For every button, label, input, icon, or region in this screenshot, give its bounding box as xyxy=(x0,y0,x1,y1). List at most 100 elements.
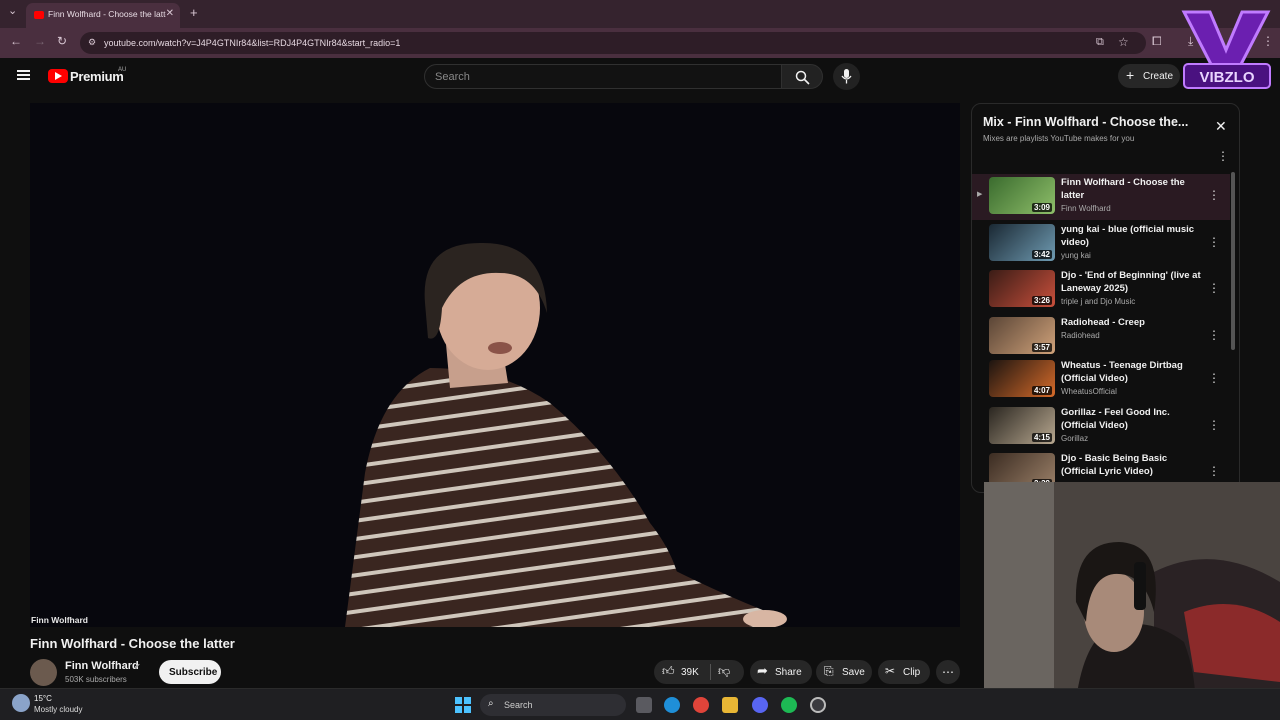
taskbar-search-icon: ⌕ xyxy=(488,698,494,709)
thumbs-up-icon[interactable]: 👍︎ xyxy=(662,664,675,679)
playlist-item[interactable]: 4:07 Wheatus - Teenage Dirtbag (Official … xyxy=(972,357,1230,403)
playlist-item-menu-icon[interactable]: ⋮ xyxy=(1208,188,1220,202)
playlist-item-menu-icon[interactable]: ⋮ xyxy=(1208,281,1220,295)
thumbs-down-icon[interactable]: 👎︎ xyxy=(718,664,730,679)
playlist-item-channel[interactable]: triple j and Djo Music xyxy=(1061,297,1135,306)
scissors-icon: ✂ xyxy=(885,664,896,678)
search-button[interactable] xyxy=(781,64,823,89)
playlist-item-title[interactable]: yung kai - blue (official music video) xyxy=(1061,223,1201,249)
tab-title: Finn Wolfhard - Choose the latter xyxy=(48,9,166,19)
new-tab-icon[interactable]: + xyxy=(190,5,198,20)
discord-icon[interactable] xyxy=(752,697,768,713)
chrome-browser-icon[interactable] xyxy=(693,697,709,713)
playlist-item-menu-icon[interactable]: ⋮ xyxy=(1208,371,1220,385)
obs-studio-icon[interactable] xyxy=(810,697,826,713)
more-horizontal-icon: ⋯ xyxy=(942,665,954,679)
like-dislike-group: 👍︎ 39K 👎︎ xyxy=(654,660,744,684)
playlist-item-channel[interactable]: yung kai xyxy=(1061,251,1091,260)
site-info-icon[interactable]: ⚙ xyxy=(88,37,96,48)
share-button[interactable]: ➦ Share xyxy=(750,660,812,684)
like-count[interactable]: 39K xyxy=(681,667,699,678)
youtube-logo-icon[interactable] xyxy=(48,69,68,83)
clip-button[interactable]: ✂ Clip xyxy=(878,660,930,684)
save-button[interactable]: ⎘ Save xyxy=(816,660,872,684)
video-thumbnail[interactable]: 3:57 xyxy=(989,317,1055,354)
forward-icon[interactable]: → xyxy=(34,34,46,48)
playlist-title[interactable]: Mix - Finn Wolfhard - Choose the... xyxy=(983,115,1188,129)
playlist-item-menu-icon[interactable]: ⋮ xyxy=(1208,464,1220,478)
weather-icon[interactable] xyxy=(12,694,30,712)
bookmark-star-icon[interactable]: ☆ xyxy=(1118,35,1129,49)
streamer-logo: VIBZLO xyxy=(1180,8,1272,94)
video-thumbnail[interactable]: 3:42 xyxy=(989,224,1055,261)
playlist-item-title[interactable]: Gorillaz - Feel Good Inc. (Official Vide… xyxy=(1061,406,1201,432)
omnibox[interactable]: ⚙ youtube.com/watch?v=J4P4GTNIr84&list=R… xyxy=(80,32,1146,54)
playlist-item-channel[interactable]: Radiohead xyxy=(1061,331,1100,340)
reload-icon[interactable]: ↻ xyxy=(57,34,67,48)
mix-playlist-panel: Mix - Finn Wolfhard - Choose the... Mixe… xyxy=(971,103,1240,493)
subscriber-count: 503K subscribers xyxy=(65,675,127,684)
playlist-item-title[interactable]: Finn Wolfhard - Choose the latter xyxy=(1061,176,1201,202)
video-player[interactable]: Finn Wolfhard xyxy=(30,103,960,627)
tab-search-icon[interactable]: ⌄ xyxy=(8,4,17,17)
temperature[interactable]: 15°C xyxy=(34,694,52,703)
playlist-item[interactable]: 3:26 Djo - 'End of Beginning' (live at La… xyxy=(972,267,1230,313)
channel-avatar[interactable] xyxy=(30,659,57,686)
windows-start-icon[interactable] xyxy=(455,697,471,713)
browser-tab[interactable]: Finn Wolfhard - Choose the latter ✕ xyxy=(26,3,180,28)
playlist-item[interactable]: ▶ 3:09 Finn Wolfhard - Choose the latter F… xyxy=(972,174,1230,220)
channel-watermark: Finn Wolfhard xyxy=(31,615,88,625)
video-duration: 4:07 xyxy=(1031,386,1052,395)
playlist-item-title[interactable]: Djo - 'End of Beginning' (live at Lanewa… xyxy=(1061,269,1201,295)
voice-search-button[interactable] xyxy=(833,63,860,90)
playlist-item[interactable]: 4:15 Gorillaz - Feel Good Inc. (Official … xyxy=(972,404,1230,450)
playlist-item[interactable]: 3:42 yung kai - blue (official music vide… xyxy=(972,221,1230,267)
youtube-header: Premium AU Search + Create xyxy=(0,58,1280,96)
hamburger-menu-icon[interactable] xyxy=(17,70,30,80)
like-divider xyxy=(710,664,711,680)
edge-browser-icon[interactable] xyxy=(664,697,680,713)
video-duration: 3:09 xyxy=(1031,203,1052,212)
playlist-scrollbar[interactable] xyxy=(1231,172,1235,350)
video-thumbnail[interactable]: 3:26 xyxy=(989,270,1055,307)
video-duration: 4:15 xyxy=(1031,433,1052,442)
playlist-item-menu-icon[interactable]: ⋮ xyxy=(1208,418,1220,432)
video-thumbnail[interactable]: 4:07 xyxy=(989,360,1055,397)
playlist-item-channel[interactable]: Finn Wolfhard xyxy=(1061,204,1111,213)
playlist-item-menu-icon[interactable]: ⋮ xyxy=(1208,235,1220,249)
video-frame-image xyxy=(30,103,960,627)
task-view-icon[interactable] xyxy=(636,697,652,713)
url-text: youtube.com/watch?v=J4P4GTNIr84&list=RDJ… xyxy=(104,38,401,48)
playlist-item-menu-icon[interactable]: ⋮ xyxy=(1208,328,1220,342)
create-button[interactable]: + Create xyxy=(1118,64,1180,88)
taskbar-search-label: Search xyxy=(504,700,533,710)
playlist-item-title[interactable]: Djo - Basic Being Basic (Official Lyric … xyxy=(1061,452,1201,478)
search-icon xyxy=(795,70,810,85)
playlist-item[interactable]: 3:57 Radiohead - Creep Radiohead ⋮ xyxy=(972,314,1230,360)
playlist-menu-icon[interactable]: ⋮ xyxy=(1217,149,1229,163)
playlist-item-channel[interactable]: Gorillaz xyxy=(1061,434,1088,443)
webcam-feed-image xyxy=(984,482,1280,720)
spotify-icon[interactable] xyxy=(781,697,797,713)
close-playlist-icon[interactable]: ✕ xyxy=(1215,118,1227,135)
extensions-icon[interactable]: ⧠ xyxy=(1152,34,1162,49)
back-icon[interactable]: ← xyxy=(10,34,22,48)
install-app-icon[interactable]: ⧉ xyxy=(1096,36,1104,49)
more-actions-button[interactable]: ⋯ xyxy=(936,660,960,684)
subscribe-button[interactable]: Subscribe xyxy=(159,660,221,684)
search-placeholder: Search xyxy=(435,71,470,83)
video-thumbnail[interactable]: 3:09 xyxy=(989,177,1055,214)
channel-name[interactable]: Finn Wolfhard xyxy=(65,660,139,672)
tab-close-icon[interactable]: ✕ xyxy=(166,8,174,19)
weather-condition[interactable]: Mostly cloudy xyxy=(34,705,82,714)
logo-premium-text[interactable]: Premium xyxy=(70,69,124,84)
playlist-item-title[interactable]: Wheatus - Teenage Dirtbag (Official Vide… xyxy=(1061,359,1201,385)
taskbar-search-box[interactable]: ⌕ Search xyxy=(480,694,626,716)
playlist-item-channel[interactable]: WheatusOfficial xyxy=(1061,387,1117,396)
file-explorer-icon[interactable] xyxy=(722,697,738,713)
plus-icon: + xyxy=(1126,67,1135,83)
search-input[interactable]: Search xyxy=(424,64,782,89)
streamer-v-logo-icon: VIBZLO xyxy=(1181,10,1271,89)
video-thumbnail[interactable]: 4:15 xyxy=(989,407,1055,444)
playlist-item-title[interactable]: Radiohead - Creep xyxy=(1061,316,1201,329)
